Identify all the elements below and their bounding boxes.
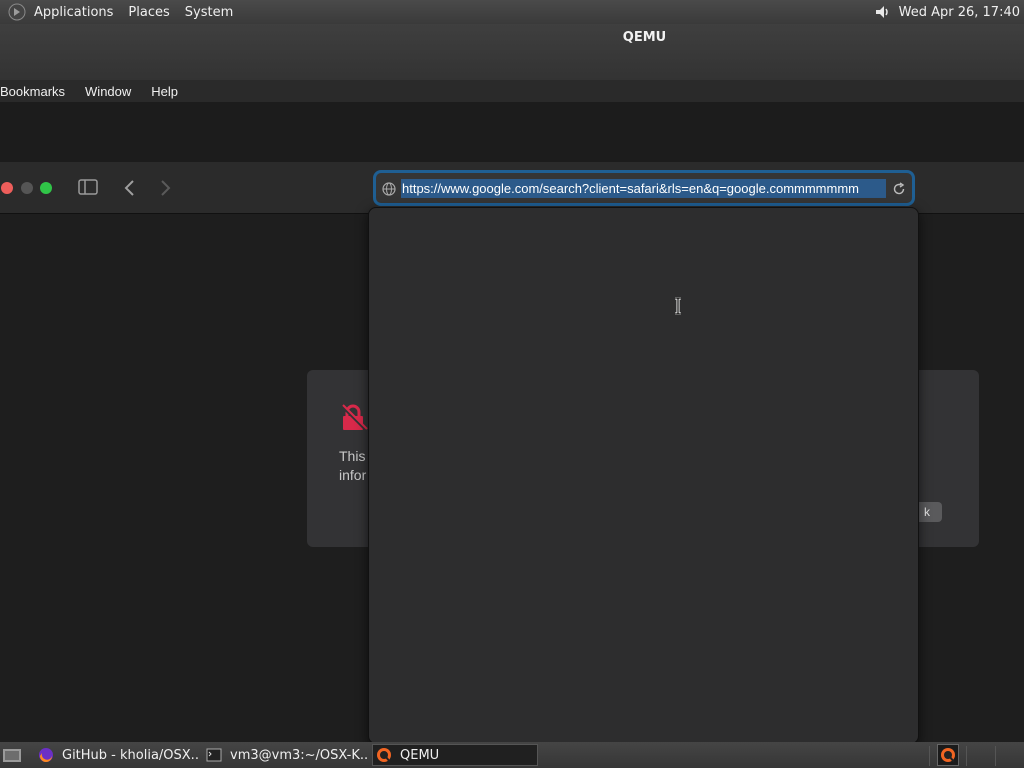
tray-qemu-icon[interactable] — [937, 744, 959, 766]
globe-icon — [382, 181, 396, 196]
text-cursor-icon — [672, 296, 684, 316]
taskbar-item-terminal[interactable]: vm3@vm3:~/OSX-K... — [206, 744, 368, 766]
panel-clock[interactable]: Wed Apr 26, 17:40 — [899, 5, 1020, 20]
warning-line-2: infor — [339, 467, 367, 483]
warning-line-1: This — [339, 448, 366, 464]
address-bar[interactable]: https://www.google.com/search?client=saf… — [373, 170, 915, 206]
safari-tab-strip — [0, 102, 1024, 162]
mac-menubar: Bookmarks Window Help — [0, 80, 1024, 102]
back-chevron-icon[interactable] — [122, 178, 138, 198]
gnome-top-panel: Applications Places System Wed Apr 26, 1… — [0, 0, 1024, 24]
tray-separator — [929, 746, 930, 766]
taskbar-item-label: GitHub - kholia/OSX... — [62, 747, 200, 763]
taskbar-item-label: vm3@vm3:~/OSX-K... — [230, 747, 368, 763]
show-desktop-icon[interactable] — [2, 746, 22, 764]
window-minimize-button[interactable] — [21, 182, 33, 194]
taskbar-item-qemu[interactable]: QEMU — [372, 744, 538, 766]
bottom-taskbar: GitHub - kholia/OSX... vm3@vm3:~/OSX-K..… — [0, 742, 1024, 768]
menu-applications[interactable]: Applications — [34, 5, 113, 20]
window-maximize-button[interactable] — [40, 182, 52, 194]
gnome-foot-icon[interactable] — [6, 2, 28, 22]
search-suggestions-dropdown[interactable] — [368, 207, 919, 744]
lock-slash-icon — [340, 404, 368, 432]
qemu-icon — [376, 747, 392, 763]
speaker-icon[interactable] — [873, 2, 893, 22]
menu-places[interactable]: Places — [128, 5, 169, 20]
tray-separator — [966, 746, 967, 766]
menu-bookmarks[interactable]: Bookmarks — [0, 84, 65, 99]
warning-message: This infor — [339, 447, 366, 485]
firefox-icon — [38, 747, 54, 763]
menu-system[interactable]: System — [185, 5, 233, 20]
terminal-icon — [206, 747, 222, 763]
taskbar-item-github[interactable]: GitHub - kholia/OSX... — [38, 744, 200, 766]
reload-icon[interactable] — [892, 181, 906, 195]
menu-window[interactable]: Window — [85, 84, 131, 99]
menu-help[interactable]: Help — [151, 84, 178, 99]
url-text[interactable]: https://www.google.com/search?client=saf… — [401, 179, 886, 198]
sidebar-toggle-icon[interactable] — [78, 179, 98, 195]
qemu-titlebar[interactable]: QEMU — [0, 24, 1024, 80]
tray-separator — [995, 746, 996, 766]
forward-chevron-icon[interactable] — [157, 178, 173, 198]
window-close-button[interactable] — [1, 182, 13, 194]
taskbar-item-label: QEMU — [400, 747, 440, 763]
window-title: QEMU — [622, 30, 667, 45]
